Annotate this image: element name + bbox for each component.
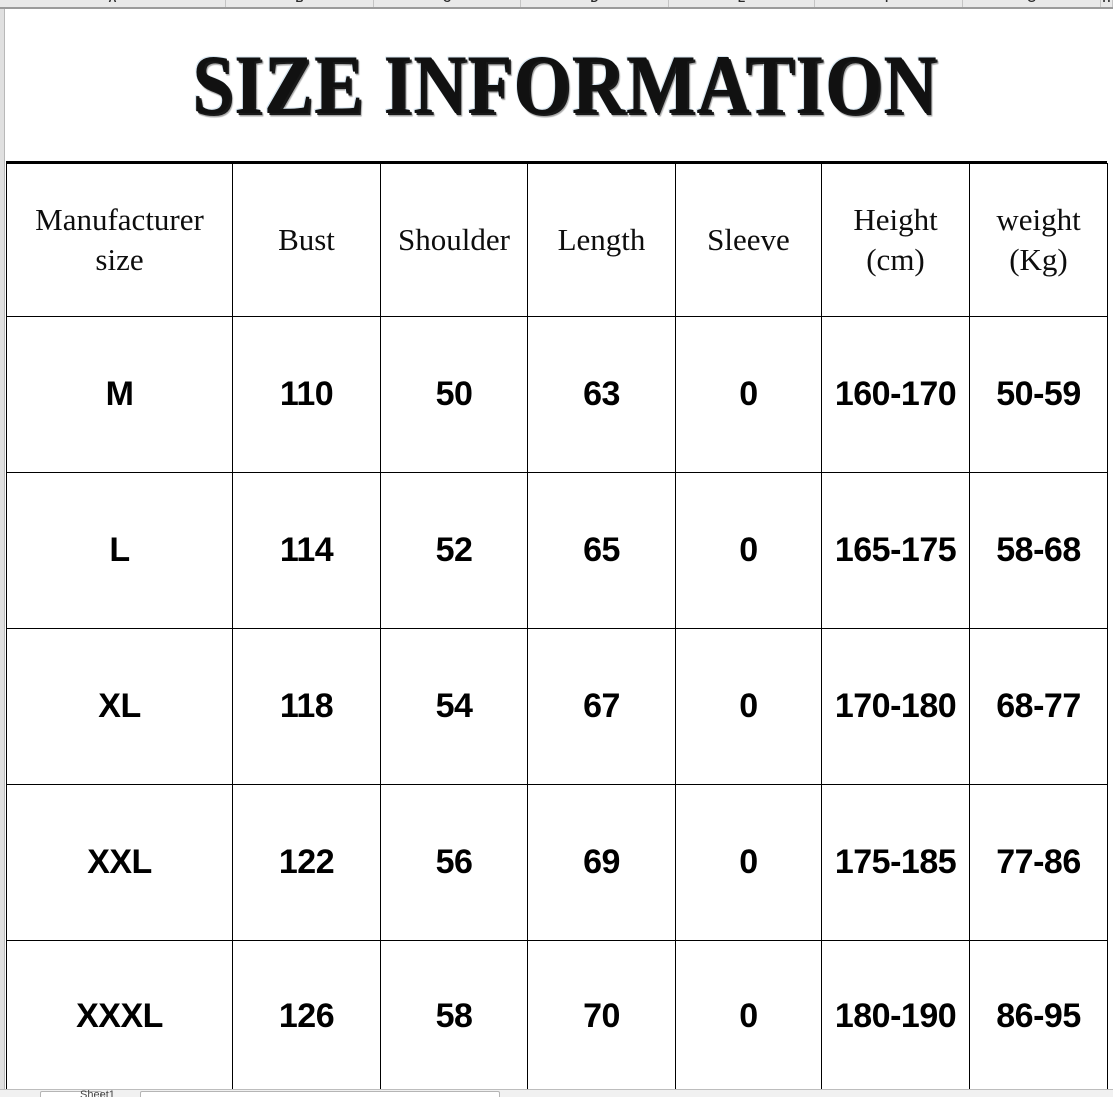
cell-weight-kg: 68-77 — [969, 628, 1108, 785]
table-row: XXXL 126 58 70 0 180-190 86-95 — [6, 940, 1108, 1092]
size-information-table: Manufacturer size Bust Shoulder Length Sleeve… — [6, 163, 1108, 1092]
cell-manufacturer-size: L — [6, 472, 233, 629]
cell-height-cm: 160-170 — [821, 316, 970, 473]
cell-manufacturer-size: XXL — [6, 784, 233, 941]
cell-height-cm: 180-190 — [821, 940, 970, 1092]
cell-height-cm: 165-175 — [821, 472, 970, 629]
spreadsheet-column-header-a[interactable]: A — [0, 0, 226, 7]
column-header-manufacturer-size: Manufacturer size — [6, 163, 233, 317]
page-title: SIZE INFORMATION — [192, 37, 938, 133]
cell-weight-kg: 86-95 — [969, 940, 1108, 1092]
spreadsheet-column-header-row: ABCDEFGH — [0, 0, 1113, 9]
cell-length: 67 — [527, 628, 676, 785]
column-header-label: C — [374, 0, 520, 5]
cell-manufacturer-size: M — [6, 316, 233, 473]
table-row: XL 118 54 67 0 170-180 68-77 — [6, 628, 1108, 785]
cell-sleeve: 0 — [675, 472, 822, 629]
cell-shoulder: 50 — [380, 316, 528, 473]
spreadsheet-column-header-g[interactable]: G — [963, 0, 1101, 7]
cell-sleeve: 0 — [675, 316, 822, 473]
column-header-label: B — [226, 0, 373, 5]
cell-height-cm: 170-180 — [821, 628, 970, 785]
sheet-search-field[interactable] — [140, 1091, 500, 1097]
column-header-label: F — [815, 0, 962, 5]
column-header-line: Height — [853, 202, 938, 238]
column-header-line: Bust — [278, 222, 335, 258]
column-header-line: (Kg) — [1009, 242, 1068, 277]
spreadsheet-column-header-f[interactable]: F — [815, 0, 963, 7]
column-header-line: Shoulder — [398, 222, 510, 258]
cell-manufacturer-size: XL — [6, 628, 233, 785]
cell-length: 63 — [527, 316, 676, 473]
column-header-shoulder: Shoulder — [380, 163, 528, 317]
spreadsheet-bottom-bar: Sheet1 — [0, 1089, 1113, 1097]
cell-bust: 126 — [232, 940, 381, 1092]
cell-sleeve: 0 — [675, 784, 822, 941]
column-header-bust: Bust — [232, 163, 381, 317]
cell-height-cm: 175-185 — [821, 784, 970, 941]
spreadsheet-column-header-e[interactable]: E — [669, 0, 815, 7]
column-header-label: D — [521, 0, 668, 5]
cell-shoulder: 56 — [380, 784, 528, 941]
cell-weight-kg: 50-59 — [969, 316, 1108, 473]
spreadsheet-column-header-h[interactable]: H — [1101, 0, 1113, 7]
table-row: XXL 122 56 69 0 175-185 77-86 — [6, 784, 1108, 941]
column-header-line: Sleeve — [707, 222, 790, 258]
column-header-length: Length — [527, 163, 676, 317]
column-header-line: size — [95, 242, 144, 277]
column-header-line: Length — [557, 222, 646, 258]
column-header-line: Manufacturer — [35, 202, 204, 238]
cell-weight-kg: 77-86 — [969, 784, 1108, 941]
title-band: SIZE INFORMATION — [6, 9, 1107, 163]
spreadsheet-column-header-c[interactable]: C — [374, 0, 521, 7]
column-header-line: (cm) — [866, 242, 925, 277]
column-header-label: G — [963, 0, 1100, 5]
cell-shoulder: 58 — [380, 940, 528, 1092]
cell-length: 69 — [527, 784, 676, 941]
cell-shoulder: 52 — [380, 472, 528, 629]
column-header-height-cm: Height (cm) — [821, 163, 970, 317]
cell-bust: 122 — [232, 784, 381, 941]
spreadsheet-app-frame: ABCDEFGH SIZE INFORMATION Manufacturer si… — [0, 0, 1113, 1097]
table-header-row: Manufacturer size Bust Shoulder Length Sleeve… — [6, 163, 1108, 317]
size-information-document: SIZE INFORMATION Manufacturer size Bust Sho… — [6, 9, 1108, 1092]
cell-weight-kg: 58-68 — [969, 472, 1108, 629]
cell-sleeve: 0 — [675, 628, 822, 785]
spreadsheet-column-header-b[interactable]: B — [226, 0, 374, 7]
column-header-label: A — [0, 0, 225, 5]
cell-length: 70 — [527, 940, 676, 1092]
spreadsheet-column-header-d[interactable]: D — [521, 0, 669, 7]
table-body: M 110 50 63 0 160-170 50-59 L 114 52 65 0 165-175 58-… — [6, 316, 1108, 1092]
cell-manufacturer-size: XXXL — [6, 940, 233, 1092]
cell-bust: 110 — [232, 316, 381, 473]
column-header-weight-kg: weight (Kg) — [969, 163, 1108, 317]
column-header-line: weight — [996, 202, 1081, 238]
column-header-label: H — [1101, 0, 1112, 5]
cell-bust: 114 — [232, 472, 381, 629]
cell-bust: 118 — [232, 628, 381, 785]
table-row: M 110 50 63 0 160-170 50-59 — [6, 316, 1108, 473]
cell-length: 65 — [527, 472, 676, 629]
sheet-tab-label[interactable]: Sheet1 — [80, 1090, 115, 1097]
table-row: L 114 52 65 0 165-175 58-68 — [6, 472, 1108, 629]
column-header-label: E — [669, 0, 814, 5]
cell-shoulder: 54 — [380, 628, 528, 785]
spreadsheet-row-header-gutter — [0, 9, 5, 1089]
column-header-sleeve: Sleeve — [675, 163, 822, 317]
cell-sleeve: 0 — [675, 940, 822, 1092]
